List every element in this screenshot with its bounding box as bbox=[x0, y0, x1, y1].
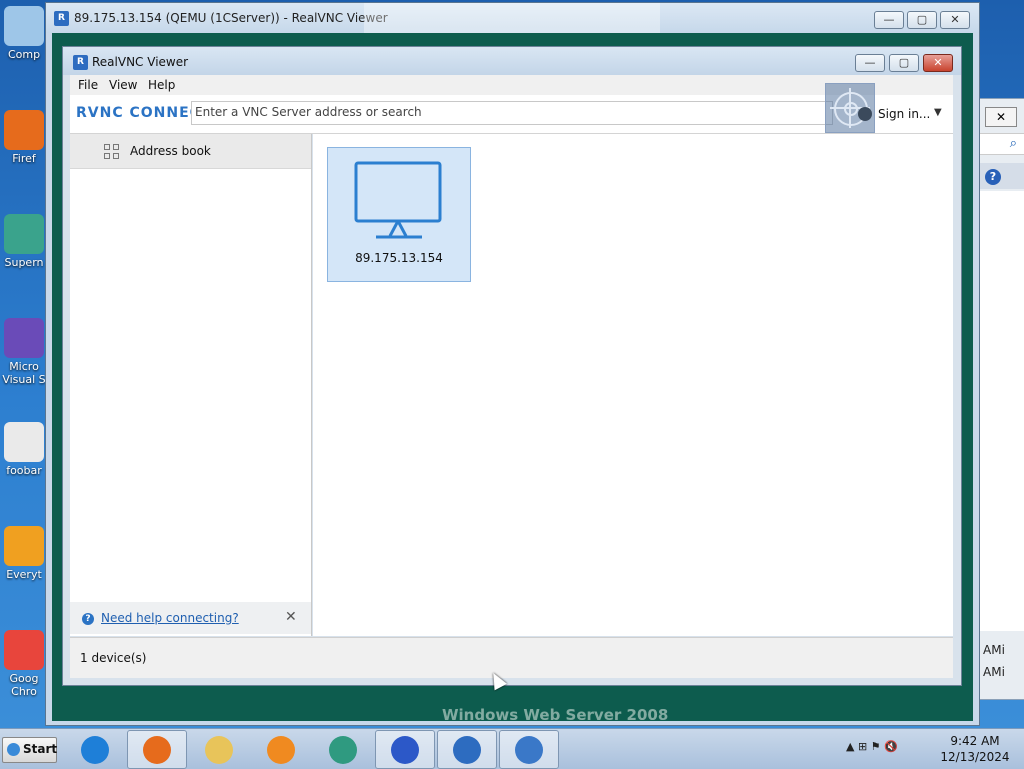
close-button[interactable]: ✕ bbox=[940, 11, 970, 29]
desktop-shortcut[interactable]: Goog Chro bbox=[0, 630, 48, 698]
menu-bar: File View Help bbox=[70, 75, 953, 95]
taskbar-app-button[interactable] bbox=[313, 730, 373, 769]
need-help-link[interactable]: Need help connecting? bbox=[101, 611, 239, 625]
monitor-icon bbox=[354, 161, 442, 239]
chrome-icon bbox=[4, 630, 44, 670]
close-icon[interactable]: ✕ bbox=[285, 609, 297, 625]
maximize-button[interactable]: ▢ bbox=[907, 11, 937, 29]
background-window[interactable]: ✕ ⌕ ? AMi AMi bbox=[978, 98, 1024, 700]
toolbar: RVNC CONNECT Sign in... ▼ bbox=[70, 83, 953, 134]
clock-time: 9:42 AM bbox=[950, 734, 1000, 748]
desktop-shortcut-label: Comp bbox=[7, 48, 41, 61]
close-button[interactable]: ✕ bbox=[985, 107, 1017, 127]
status-bar: 1 device(s) bbox=[70, 637, 953, 678]
search-box[interactable] bbox=[191, 101, 833, 125]
maximize-button[interactable]: ▢ bbox=[889, 54, 919, 72]
remote-wallpaper-text: Windows Web Server 2008 bbox=[442, 706, 669, 724]
taskbar-app-button[interactable] bbox=[437, 730, 497, 769]
address-search-input[interactable] bbox=[192, 102, 828, 122]
title-highlight bbox=[364, 3, 660, 33]
title-bar[interactable]: R 89.175.13.154 (QEMU (1CServer)) - Real… bbox=[46, 3, 979, 33]
sidebar-item-address-book[interactable]: Address book bbox=[70, 134, 311, 169]
desktop-shortcut-label: Everyt bbox=[6, 568, 42, 581]
device-label: 89.175.13.154 bbox=[355, 251, 443, 265]
chevron-down-icon[interactable]: ▼ bbox=[934, 107, 942, 118]
sidebar: Address book ? Need help connecting? ✕ bbox=[70, 134, 312, 636]
close-button[interactable]: ✕ bbox=[923, 54, 953, 72]
help-icon[interactable]: ? bbox=[985, 169, 1001, 185]
desktop-shortcut-label: Goog Chro bbox=[9, 672, 39, 698]
desktop-shortcut[interactable]: foobar bbox=[0, 422, 48, 477]
supernova-icon bbox=[329, 736, 357, 764]
taskbar-app-button[interactable] bbox=[65, 730, 125, 769]
help-banner: ? Need help connecting? ✕ bbox=[70, 602, 311, 634]
window-title: 89.175.13.154 (QEMU (1CServer)) - RealVN… bbox=[74, 11, 388, 25]
realvnc-icon: R bbox=[73, 55, 88, 70]
sidebar-item-label: Address book bbox=[130, 144, 211, 158]
grid-icon bbox=[104, 144, 120, 160]
menu-file[interactable]: File bbox=[78, 78, 98, 92]
desktop-shortcut-label: Supern bbox=[4, 256, 44, 269]
minimize-button[interactable]: — bbox=[855, 54, 885, 72]
taskbar-app-button[interactable] bbox=[189, 730, 249, 769]
desktop-shortcut[interactable]: Firef bbox=[0, 110, 48, 165]
taskbar-app-button[interactable] bbox=[499, 730, 559, 769]
device-list: 89.175.13.154 bbox=[313, 134, 953, 636]
everything-icon bbox=[4, 526, 44, 566]
user-icon[interactable] bbox=[858, 107, 872, 121]
desktop-shortcut[interactable]: Everyt bbox=[0, 526, 48, 581]
sailing-app-icon bbox=[391, 736, 419, 764]
desktop-shortcut[interactable]: Comp bbox=[0, 6, 48, 61]
media-player-icon bbox=[267, 736, 295, 764]
desktop-shortcut[interactable]: Micro Visual S bbox=[0, 318, 48, 386]
help-icon: ? bbox=[82, 613, 94, 625]
remote-desktop-icon bbox=[515, 736, 543, 764]
taskbar-app-button[interactable] bbox=[127, 730, 187, 769]
computer-icon bbox=[4, 6, 44, 46]
start-button[interactable]: Start bbox=[2, 737, 57, 763]
file-explorer-icon bbox=[205, 736, 233, 764]
foobar-icon bbox=[4, 422, 44, 462]
realvnc-viewer-window: R RealVNC Viewer — ▢ ✕ File View Help RV… bbox=[62, 46, 962, 686]
window-title: RealVNC Viewer bbox=[92, 55, 189, 69]
taskbar-app-button[interactable] bbox=[251, 730, 311, 769]
title-bar[interactable]: R RealVNC Viewer — ▢ ✕ bbox=[63, 47, 961, 75]
desktop-shortcut[interactable]: Supern bbox=[0, 214, 48, 269]
device-tile[interactable]: 89.175.13.154 bbox=[327, 147, 471, 282]
firefox-icon bbox=[143, 736, 171, 764]
sign-in-button[interactable]: Sign in... bbox=[878, 107, 930, 121]
realvnc-icon bbox=[453, 736, 481, 764]
windows-logo-icon bbox=[7, 743, 20, 756]
visual-studio-icon bbox=[4, 318, 44, 358]
start-label: Start bbox=[23, 742, 58, 756]
search-icon[interactable]: ⌕ bbox=[1010, 136, 1017, 151]
clock-date: 12/13/2024 bbox=[940, 750, 1010, 764]
system-tray[interactable]: ▲ ⊞ ⚑ 🔇 bbox=[846, 740, 898, 753]
taskbar-app-button[interactable] bbox=[375, 730, 435, 769]
window-body bbox=[979, 191, 1024, 631]
desktop-shortcut-label: foobar bbox=[6, 464, 42, 477]
realvnc-icon: R bbox=[54, 11, 69, 26]
menu-view[interactable]: View bbox=[109, 78, 137, 92]
minimize-button[interactable]: — bbox=[874, 11, 904, 29]
internet-explorer-icon bbox=[81, 736, 109, 764]
clock[interactable]: 9:42 AM 12/13/2024 bbox=[930, 733, 1020, 765]
list-item[interactable]: AMi bbox=[983, 665, 1005, 679]
desktop-shortcut-label: Firef bbox=[12, 152, 36, 165]
device-count: 1 device(s) bbox=[80, 651, 147, 665]
search-bar[interactable]: ⌕ bbox=[979, 133, 1024, 155]
menu-help[interactable]: Help bbox=[148, 78, 175, 92]
supernova-icon bbox=[4, 214, 44, 254]
taskbar: Start ▲ ⊞ ⚑ 🔇 9:42 AM 12/13/2024 bbox=[0, 728, 1024, 769]
desktop-shortcut-label: Micro Visual S bbox=[2, 360, 46, 386]
list-item[interactable]: AMi bbox=[983, 643, 1005, 657]
firefox-icon bbox=[4, 110, 44, 150]
